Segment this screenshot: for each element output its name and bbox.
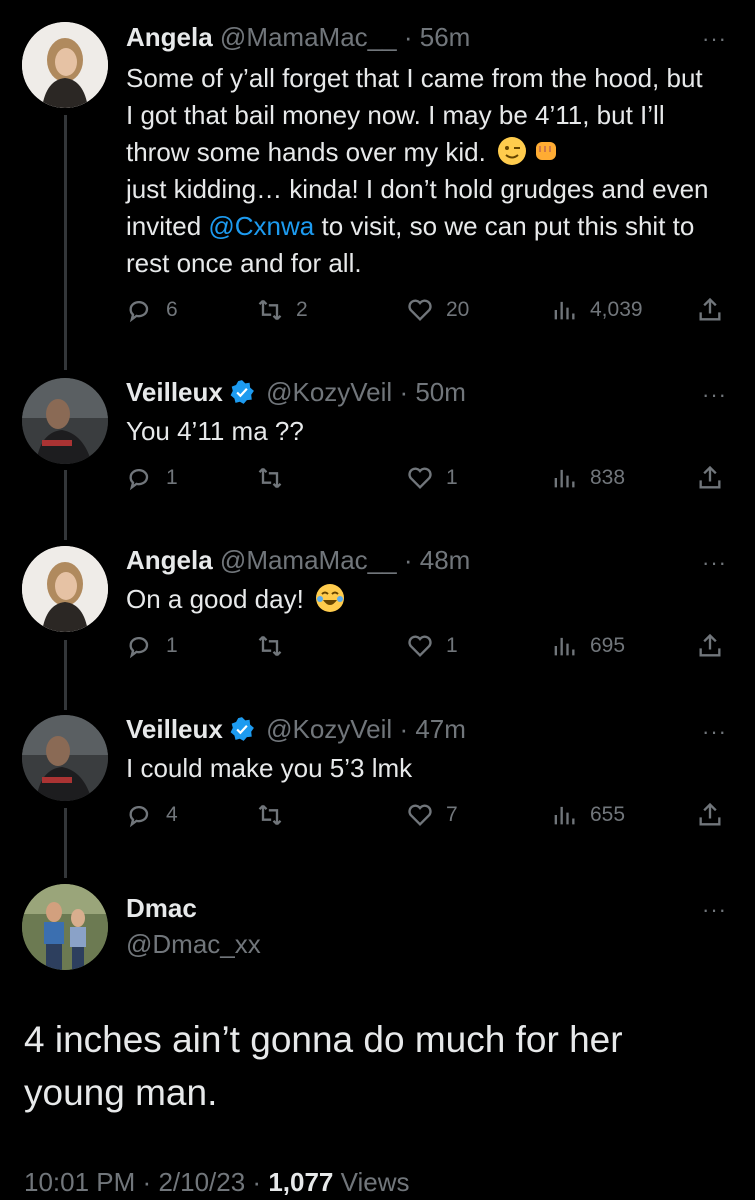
like-button[interactable]: 7 (406, 801, 458, 829)
author-name[interactable]: Dmac (126, 893, 197, 924)
main-tweet-text: 4 inches ain’t gonna do much for her you… (24, 1019, 623, 1113)
timestamp[interactable]: 47m (415, 714, 466, 744)
views-icon (554, 806, 575, 825)
share-icon (699, 802, 721, 826)
reply-icon (129, 806, 149, 828)
views-count[interactable]: 1,077 (268, 1167, 333, 1197)
heart-icon (408, 804, 432, 826)
author-handle[interactable]: @Dmac_xx (126, 929, 261, 960)
reply-button[interactable]: 4 (126, 801, 178, 829)
avatar[interactable] (22, 884, 108, 970)
separator: · (142, 1167, 152, 1197)
more-icon[interactable]: ··· (702, 719, 727, 745)
retweet-button[interactable] (256, 801, 296, 829)
tweet-time[interactable]: 10:01 PM (24, 1167, 135, 1197)
separator: · (399, 714, 409, 744)
tweet-text: I could make you 5’3 lmk (126, 753, 413, 783)
author-handle[interactable]: @KozyVeil (266, 714, 392, 744)
reply-tweet[interactable]: Veilleux @KozyVeil · 47m ··· I could mak… (0, 0, 755, 880)
author-name[interactable]: Veilleux (126, 714, 223, 744)
tweet-date[interactable]: 2/10/23 (158, 1167, 245, 1197)
verified-badge-icon (230, 717, 254, 741)
more-icon[interactable]: ··· (702, 897, 727, 923)
tweet-meta: 10:01 PM · 2/10/23 · 1,077 Views (24, 1167, 410, 1198)
avatar[interactable] (22, 715, 108, 801)
retweet-icon (258, 804, 282, 826)
views-button[interactable]: 655 (550, 801, 625, 829)
separator: · (252, 1167, 262, 1197)
views-label: Views (340, 1167, 410, 1197)
share-button[interactable] (696, 801, 736, 829)
